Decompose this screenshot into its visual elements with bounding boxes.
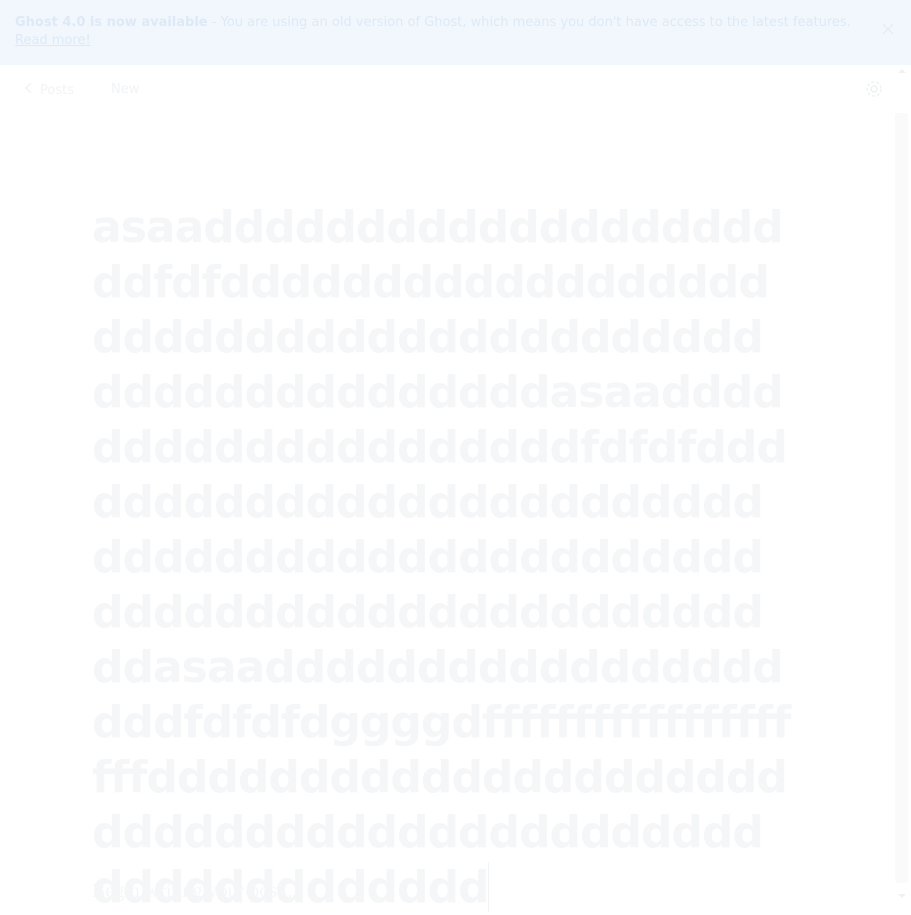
scroll-down-icon[interactable]: [898, 894, 906, 898]
notice-message: - You are using an old version of Ghost,…: [207, 15, 851, 30]
scroll-up-icon[interactable]: [898, 69, 906, 73]
post-status-label: New: [111, 82, 140, 97]
close-icon[interactable]: [881, 22, 895, 36]
back-to-posts-link[interactable]: Posts: [24, 82, 74, 98]
post-body-placeholder[interactable]: Begin writing your post...: [92, 880, 298, 903]
editor-header: Posts New: [0, 65, 911, 113]
post-title-editor[interactable]: asaadddddddddddddddddddddfdfdddddddddddd…: [92, 200, 792, 915]
vertical-scrollbar[interactable]: [894, 65, 911, 902]
post-title-text: asaadddddddddddddddddddddfdfdddddddddddd…: [92, 202, 791, 913]
notice-read-more-link[interactable]: Read more!: [15, 33, 91, 48]
gear-icon[interactable]: [865, 80, 883, 98]
chevron-left-icon: [24, 82, 34, 98]
scrollbar-thumb[interactable]: [895, 113, 908, 883]
back-label: Posts: [40, 82, 74, 98]
text-caret: [488, 862, 490, 912]
notice-headline: Ghost 4.0 is now available: [15, 15, 208, 30]
upgrade-notice-bar: Ghost 4.0 is now available - You are usi…: [0, 0, 911, 65]
